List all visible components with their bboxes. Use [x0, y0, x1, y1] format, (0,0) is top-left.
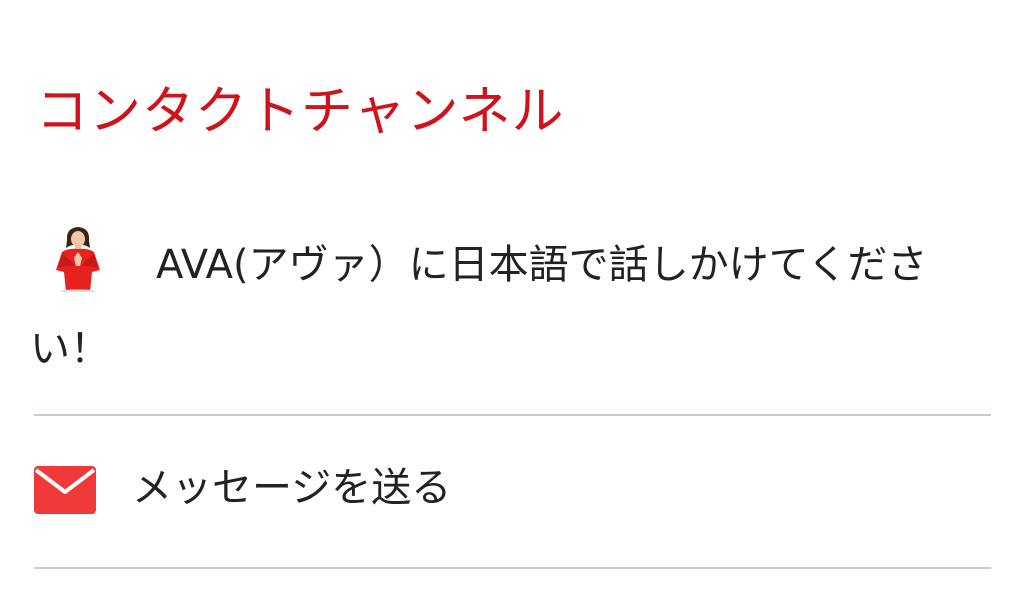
divider: [34, 567, 991, 569]
ava-avatar-icon: [44, 226, 114, 293]
mail-icon: [34, 466, 96, 514]
page-title: コンタクトチャンネル: [36, 82, 565, 142]
ava-chat-channel[interactable]: AVA(アヴァ）に日本語で話しかけてください！: [30, 226, 970, 376]
send-message-button[interactable]: メッセージを送る: [34, 448, 974, 528]
divider: [34, 414, 991, 416]
ava-chat-label: AVA(アヴァ）に日本語で話しかけてください！: [30, 242, 928, 372]
send-message-label: メッセージを送る: [132, 465, 452, 511]
